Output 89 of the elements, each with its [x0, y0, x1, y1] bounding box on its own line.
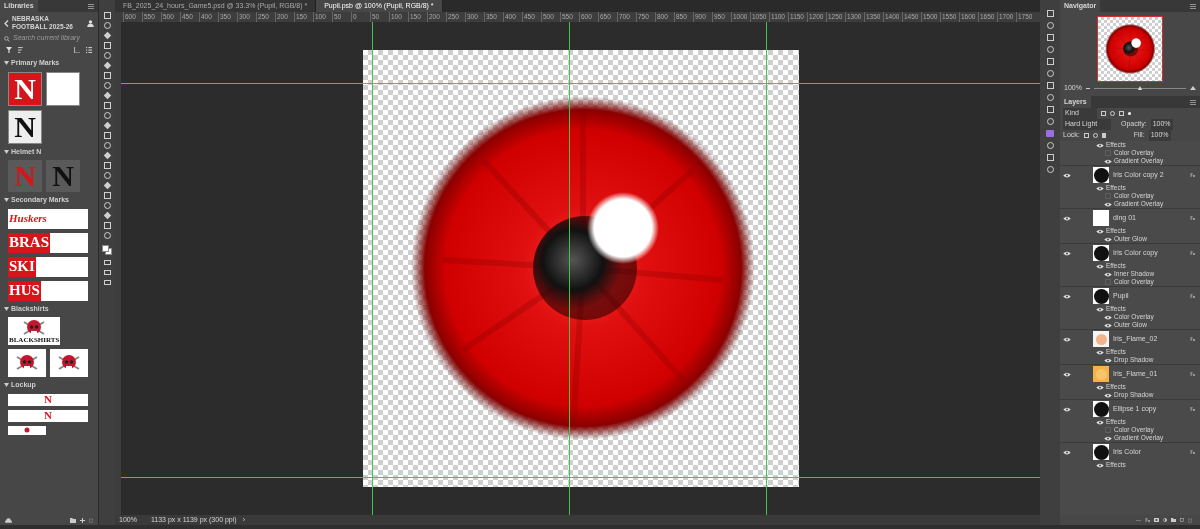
filter-icon[interactable]: [6, 46, 12, 53]
menu-icon[interactable]: [1190, 99, 1196, 105]
mask-icon[interactable]: [1154, 518, 1159, 522]
shape-filter-icon[interactable]: [1119, 111, 1124, 116]
logo-thumbnail[interactable]: N: [8, 109, 42, 144]
visibility-toggle[interactable]: [1063, 215, 1071, 221]
sort-order-icon[interactable]: [74, 46, 80, 53]
visibility-toggle[interactable]: [1104, 279, 1112, 285]
menu-icon[interactable]: [88, 3, 94, 9]
wordmark-thumbnail[interactable]: BRAS: [8, 232, 88, 253]
fx-icon[interactable]: [1190, 450, 1196, 454]
chevron-left-icon[interactable]: [4, 19, 9, 27]
new-layer-icon[interactable]: [1180, 518, 1184, 522]
plus-icon[interactable]: [80, 517, 85, 523]
layer-thumbnail[interactable]: [1093, 167, 1109, 183]
half-circle-icon[interactable]: [1163, 518, 1167, 522]
visibility-toggle[interactable]: [1063, 406, 1071, 412]
caret-icon[interactable]: [4, 149, 9, 155]
fx-icon[interactable]: [1190, 173, 1196, 177]
fx-icon[interactable]: [1190, 216, 1196, 220]
visibility-toggle[interactable]: [1104, 201, 1112, 207]
visibility-toggle[interactable]: [1063, 293, 1071, 299]
visibility-toggle[interactable]: [1096, 185, 1104, 191]
visibility-toggle[interactable]: [1063, 371, 1071, 377]
pixel-filter-icon[interactable]: [1101, 111, 1106, 116]
cloud-icon[interactable]: [5, 517, 12, 523]
navigator-preview[interactable]: [1097, 16, 1163, 82]
visibility-toggle[interactable]: [1104, 322, 1112, 328]
fx-icon[interactable]: [1190, 251, 1196, 255]
lockup-thumbnail[interactable]: [8, 425, 46, 435]
wordmark-thumbnail[interactable]: SKI: [8, 256, 88, 277]
caret-icon[interactable]: [4, 197, 9, 203]
visibility-toggle[interactable]: [1096, 384, 1104, 390]
visibility-toggle[interactable]: [1063, 250, 1071, 256]
layer-thumbnail[interactable]: [1093, 288, 1109, 304]
visibility-toggle[interactable]: [1063, 336, 1071, 342]
visibility-toggle[interactable]: [1104, 158, 1112, 164]
logo-thumbnail[interactable]: N: [8, 71, 42, 106]
lock-all-icon[interactable]: [1101, 133, 1106, 138]
zoom-in-icon[interactable]: [1190, 86, 1196, 90]
fx-icon[interactable]: [1190, 407, 1196, 411]
visibility-toggle[interactable]: [1104, 314, 1112, 320]
slider-thumb[interactable]: [1137, 86, 1142, 90]
layer-thumbnail[interactable]: [1093, 210, 1109, 226]
visibility-toggle[interactable]: [1104, 392, 1112, 398]
layer-thumbnail[interactable]: [1093, 331, 1109, 347]
zoom-slider[interactable]: [1093, 86, 1186, 90]
layer-thumbnail[interactable]: [1093, 401, 1109, 417]
visibility-toggle[interactable]: [1096, 462, 1104, 468]
visibility-toggle[interactable]: [1096, 419, 1104, 425]
visibility-toggle[interactable]: [1096, 263, 1104, 269]
sort-icon[interactable]: [18, 46, 24, 53]
visibility-toggle[interactable]: [1096, 306, 1104, 312]
fx-icon[interactable]: [1145, 518, 1150, 522]
lock-pixels-icon[interactable]: [1083, 133, 1089, 138]
fx-icon[interactable]: [1190, 294, 1196, 298]
visibility-toggle[interactable]: [1096, 142, 1104, 148]
layer-thumbnail[interactable]: [1093, 366, 1109, 382]
color-swatches[interactable]: [102, 245, 112, 255]
caret-icon[interactable]: [4, 60, 9, 66]
visibility-toggle[interactable]: [1104, 435, 1112, 441]
lockup-thumbnail[interactable]: N: [8, 393, 88, 406]
blank-thumbnail[interactable]: [46, 71, 80, 106]
fx-icon[interactable]: [1190, 372, 1196, 376]
wordmark-thumbnail[interactable]: HUS: [8, 280, 88, 301]
list-view-icon[interactable]: [86, 46, 92, 53]
visibility-toggle[interactable]: [1063, 172, 1071, 178]
wordmark-thumbnail[interactable]: Huskers: [8, 208, 88, 229]
caret-icon[interactable]: [4, 382, 9, 388]
fx-icon[interactable]: [1190, 337, 1196, 341]
lockup-thumbnail[interactable]: N: [8, 409, 88, 422]
visibility-toggle[interactable]: [1104, 357, 1112, 363]
visibility-toggle[interactable]: [1104, 271, 1112, 277]
visibility-toggle[interactable]: [1096, 228, 1104, 234]
filter-toggle-icon[interactable]: [1128, 112, 1131, 115]
zoom-out-icon[interactable]: [1085, 86, 1090, 90]
caret-icon[interactable]: [4, 306, 9, 312]
visibility-toggle[interactable]: [1063, 449, 1071, 455]
person-icon[interactable]: [87, 19, 94, 27]
folder-icon[interactable]: [70, 517, 76, 523]
folder-icon[interactable]: [1171, 518, 1176, 522]
visibility-toggle[interactable]: [1096, 349, 1104, 355]
skull-logo-thumbnail[interactable]: [8, 349, 46, 377]
layer-thumbnail[interactable]: [1093, 444, 1109, 460]
menu-icon[interactable]: [1190, 3, 1196, 9]
search-icon: [4, 35, 10, 42]
skull-logo-thumbnail[interactable]: [50, 349, 88, 377]
visibility-toggle[interactable]: [1104, 236, 1112, 242]
layer-thumbnail[interactable]: [1093, 245, 1109, 261]
